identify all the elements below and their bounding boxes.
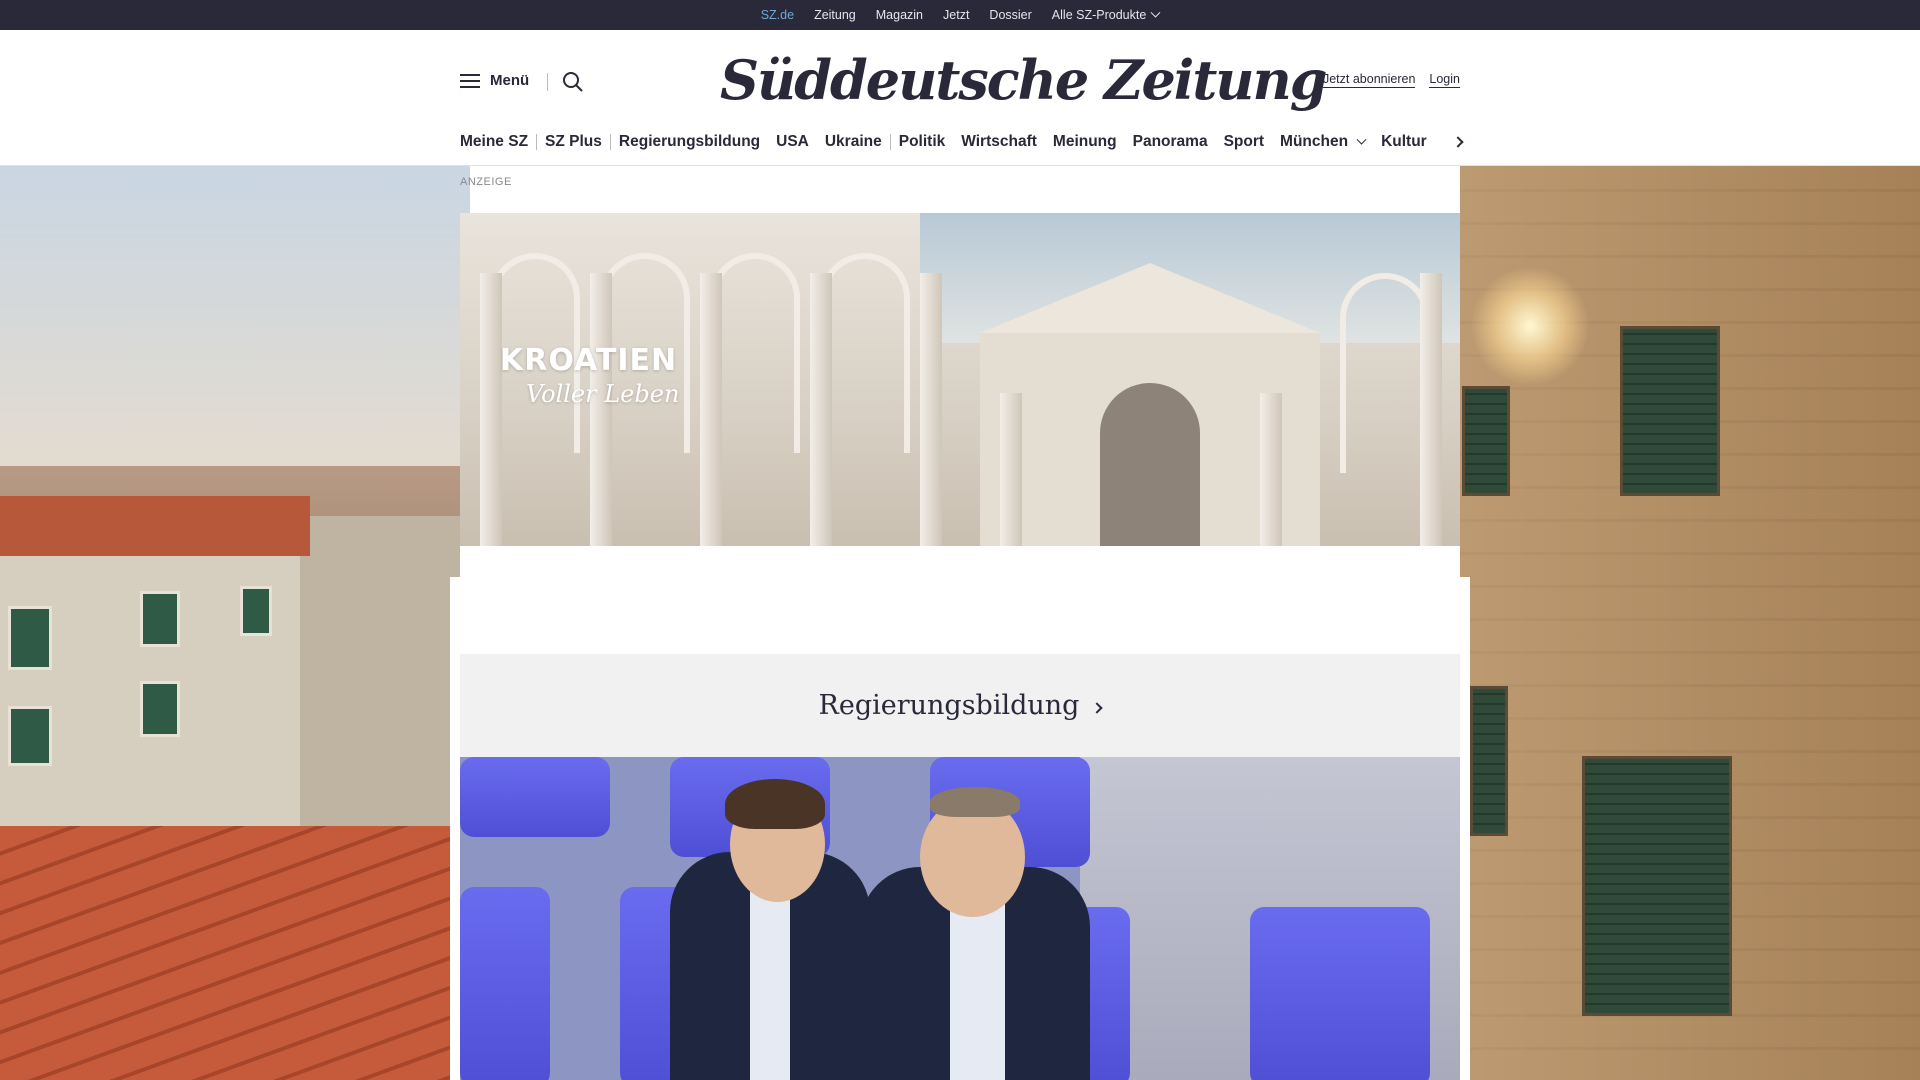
nav-item-usa[interactable]: USA — [768, 133, 817, 151]
section-navigation: Meine SZ SZ Plus Regierungsbildung USA U… — [460, 130, 1435, 154]
section-teaser-title: Regierungsbildung — [818, 690, 1080, 721]
site-logo[interactable]: Süddeutsche Zeitung — [720, 48, 1328, 112]
ad-banner[interactable]: KROATIEN Voller Leben — [460, 213, 1460, 546]
ad-brand-slogan: Voller Leben — [526, 380, 680, 408]
topbar-link-jetzt[interactable]: Jetzt — [943, 8, 969, 22]
topbar-link-dossier[interactable]: Dossier — [989, 8, 1031, 22]
ad-brand-name: KROATIEN — [500, 343, 678, 378]
nav-item-wirtschaft[interactable]: Wirtschaft — [953, 133, 1045, 151]
nav-item-panorama[interactable]: Panorama — [1125, 133, 1216, 151]
nav-item-sz-plus[interactable]: SZ Plus — [537, 133, 610, 151]
chevron-right-icon — [1091, 701, 1104, 714]
menu-label: Menü — [490, 72, 530, 89]
login-link[interactable]: Login — [1429, 72, 1460, 88]
nav-item-politik[interactable]: Politik — [891, 133, 954, 151]
search-icon[interactable] — [561, 70, 585, 94]
nav-item-ukraine[interactable]: Ukraine — [817, 133, 890, 151]
main-content: Regierungsbildung — [450, 577, 1470, 1080]
nav-item-sport[interactable]: Sport — [1216, 133, 1272, 151]
hamburger-icon — [460, 73, 480, 88]
nav-item-regierungsbildung[interactable]: Regierungsbildung — [611, 133, 768, 151]
ad-label: ANZEIGE — [460, 176, 512, 188]
header-divider — [547, 73, 548, 91]
nav-item-kultur[interactable]: Kultur — [1373, 133, 1435, 151]
chevron-down-icon — [1150, 7, 1161, 18]
teaser-image[interactable] — [460, 757, 1460, 1080]
section-teaser-header[interactable]: Regierungsbildung — [460, 654, 1460, 757]
ad-brand-logo: KROATIEN Voller Leben — [500, 343, 679, 408]
nav-item-muenchen-label: München — [1280, 133, 1349, 150]
menu-button[interactable]: Menü — [460, 72, 529, 89]
chevron-down-icon — [1356, 134, 1367, 145]
topbar-link-alle-produkte-label: Alle SZ-Produkte — [1051, 8, 1147, 22]
chevron-right-icon[interactable] — [1448, 132, 1468, 152]
site-header: Menü Süddeutsche Zeitung Jetzt abonniere… — [0, 30, 1920, 166]
subscribe-link[interactable]: Jetzt abonnieren — [1322, 72, 1416, 88]
topbar-link-magazin[interactable]: Magazin — [876, 8, 923, 22]
topbar-link-szde[interactable]: SZ.de — [761, 8, 794, 22]
topbar-link-zeitung[interactable]: Zeitung — [814, 8, 856, 22]
top-product-bar: SZ.de Zeitung Magazin Jetzt Dossier Alle… — [0, 0, 1920, 30]
topbar-link-alle-produkte[interactable]: Alle SZ-Produkte — [1051, 7, 1161, 22]
nav-item-meine-sz[interactable]: Meine SZ — [460, 133, 536, 151]
nav-item-muenchen[interactable]: München — [1272, 133, 1373, 151]
nav-item-meinung[interactable]: Meinung — [1045, 133, 1125, 151]
account-links: Jetzt abonnieren Login — [1322, 72, 1460, 88]
